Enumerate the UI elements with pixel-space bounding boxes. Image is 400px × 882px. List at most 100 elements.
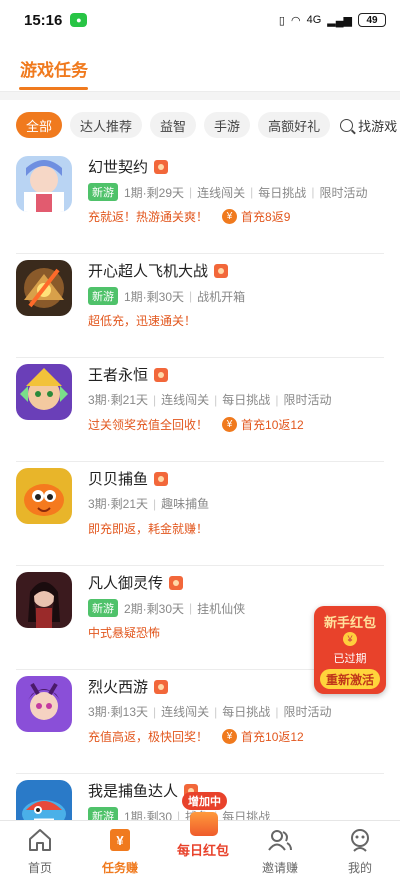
tab-home[interactable]: 首页 bbox=[0, 821, 80, 882]
find-game-label: 找游戏 bbox=[358, 118, 398, 134]
game-meta: 新游 1期·剩29天 | 连线闯关 | 每日挑战 | 限时活动 bbox=[88, 183, 367, 201]
task-yen-icon: ¥ bbox=[110, 829, 130, 851]
game-name-text: 贝贝捕鱼 bbox=[88, 471, 149, 488]
game-tag: 限时活动 bbox=[283, 393, 332, 407]
meta-separator: | bbox=[189, 601, 193, 615]
status-icons: ▯ ◠ 4G ▂▄▆ 49 bbox=[279, 13, 386, 27]
game-meta: 3期·剩21天 | 连线闯关 | 每日挑战 | 限时活动 bbox=[88, 391, 331, 408]
first-charge-text: 首充10返12 bbox=[241, 730, 304, 744]
meta-separator: | bbox=[275, 704, 279, 719]
daily-redpacket-button[interactable]: 增加中 每日红包 bbox=[174, 792, 232, 858]
game-name: 贝贝捕鱼 bbox=[88, 468, 169, 489]
gift-icon bbox=[169, 575, 184, 590]
filter-chip-mobile[interactable]: 手游 bbox=[204, 112, 251, 138]
game-icon-kaixin bbox=[16, 260, 72, 316]
tab-label: 任务赚 bbox=[101, 861, 138, 875]
game-promo: 充就返！热游通关爽！ ¥ 首充8返9 bbox=[88, 208, 290, 225]
new-game-badge: 新游 bbox=[88, 183, 118, 201]
meta-separator: | bbox=[189, 289, 193, 303]
game-name-text: 开心超人飞机大战 bbox=[88, 263, 209, 280]
find-game-button[interactable]: 找游戏 bbox=[340, 116, 397, 135]
game-name: 幻世契约 bbox=[88, 156, 169, 177]
first-charge-text: 首充10返12 bbox=[241, 418, 304, 432]
game-icon-liehuo bbox=[16, 676, 72, 732]
meta-separator: | bbox=[153, 704, 157, 719]
game-icon-beibei bbox=[16, 468, 72, 524]
redpacket-title: 新手红包 bbox=[323, 615, 376, 630]
yen-icon: ¥ bbox=[222, 417, 238, 432]
new-game-badge: 新游 bbox=[88, 599, 118, 617]
status-time: 15:16 bbox=[24, 11, 63, 29]
daily-redpacket-label: 每日红包 bbox=[176, 843, 229, 858]
tab-label: 我的 bbox=[347, 861, 372, 875]
battery-icon: 49 bbox=[358, 13, 386, 27]
game-item[interactable]: 贝贝捕鱼 3期·剩21天 | 趣味捕鱼 即充即返，耗金就赚！ bbox=[16, 462, 384, 566]
game-period: 3期·剩13天 bbox=[88, 705, 149, 719]
search-icon bbox=[340, 118, 354, 132]
increasing-badge: 增加中 bbox=[182, 792, 227, 810]
new-game-badge: 新游 bbox=[88, 807, 118, 820]
coin-icon: ¥ bbox=[343, 632, 357, 646]
filter-chip-big-rewards[interactable]: 高额好礼 bbox=[258, 112, 331, 138]
network-label: 4G bbox=[306, 14, 322, 26]
tab-profile[interactable]: 我的 bbox=[320, 821, 400, 882]
tab-invite-earn[interactable]: 邀请赚 bbox=[240, 821, 320, 882]
game-tag: 战机开箱 bbox=[197, 289, 246, 304]
game-promo: 充值高返，极快回奖！ ¥ 首充10返12 bbox=[88, 728, 304, 745]
meta-separator: | bbox=[214, 704, 218, 719]
game-name-text: 王者永恒 bbox=[88, 367, 149, 384]
game-promo: 过关领奖充值全回收！ ¥ 首充10返12 bbox=[88, 416, 304, 433]
game-period: 1期·剩30天 bbox=[124, 289, 185, 304]
game-period: 3期·剩21天 bbox=[88, 497, 149, 511]
wifi-icon: ◠ bbox=[290, 14, 301, 27]
reactivate-button[interactable]: 重新激活 bbox=[320, 669, 380, 689]
game-promo: 即充即返，耗金就赚！ bbox=[88, 520, 208, 537]
redpacket-status: 已过期 bbox=[333, 653, 367, 665]
tab-label: 首页 bbox=[27, 861, 52, 875]
newbie-redpacket-widget[interactable]: 新手红包 ¥ 已过期 重新激活 bbox=[314, 606, 386, 694]
game-tag: 每日挑战 bbox=[222, 393, 271, 407]
promo-text: 即充即返，耗金就赚！ bbox=[88, 522, 209, 536]
game-period: 2期·剩30天 bbox=[124, 601, 185, 616]
game-meta: 3期·剩13天 | 连线闯关 | 每日挑战 | 限时活动 bbox=[88, 703, 331, 720]
home-icon bbox=[29, 829, 51, 851]
filter-chip-all[interactable]: 全部 bbox=[16, 112, 63, 138]
gift-icon bbox=[154, 367, 169, 382]
meta-separator: | bbox=[311, 185, 315, 199]
game-item[interactable]: 幻世契约 新游 1期·剩29天 | 连线闯关 | 每日挑战 | 限时活动 充就返！热游… bbox=[16, 150, 384, 254]
game-item[interactable]: 开心超人飞机大战 新游 1期·剩30天 | 战机开箱 超低充，迅速通关！ bbox=[16, 254, 384, 358]
game-name-text: 我是捕鱼达人 bbox=[88, 783, 179, 800]
game-tag: 限时活动 bbox=[319, 185, 368, 200]
meta-separator: | bbox=[214, 392, 218, 407]
game-tag: 连线闯关 bbox=[197, 185, 246, 200]
section-divider bbox=[0, 92, 400, 100]
meta-separator: | bbox=[189, 185, 193, 199]
promo-text: 充值高返，极快回奖！ bbox=[88, 730, 209, 744]
profile-icon bbox=[351, 829, 369, 852]
meta-separator: | bbox=[153, 496, 157, 511]
promo-text: 超低充，迅速通关！ bbox=[88, 314, 197, 328]
tab-task-earn[interactable]: ¥ 任务赚 bbox=[80, 821, 160, 882]
gift-icon bbox=[154, 471, 169, 486]
yen-icon: ¥ bbox=[222, 209, 238, 224]
first-charge-text: 首充8返9 bbox=[241, 210, 291, 224]
game-item[interactable]: 王者永恒 3期·剩21天 | 连线闯关 | 每日挑战 | 限时活动 过关领奖充值全回收… bbox=[16, 358, 384, 462]
meta-separator: | bbox=[275, 392, 279, 407]
page-title[interactable]: 游戏任务 bbox=[20, 56, 88, 81]
game-meta: 3期·剩21天 | 趣味捕鱼 bbox=[88, 495, 209, 512]
first-charge-offer: ¥ 首充8返9 bbox=[222, 208, 290, 225]
gift-icon bbox=[214, 263, 229, 278]
signal-icon: ▂▄▆ bbox=[327, 14, 352, 27]
game-tag: 连线闯关 bbox=[161, 393, 210, 407]
game-name-text: 烈火西游 bbox=[88, 679, 149, 696]
game-promo: 超低充，迅速通关！ bbox=[88, 312, 196, 329]
yen-icon: ¥ bbox=[222, 729, 238, 744]
vibrate-icon: ▯ bbox=[278, 14, 285, 27]
filter-chip-recommended[interactable]: 达人推荐 bbox=[70, 112, 143, 138]
game-tag: 趣味捕鱼 bbox=[161, 497, 210, 511]
promo-text: 中式悬疑恐怖 bbox=[88, 626, 161, 640]
game-name: 王者永恒 bbox=[88, 364, 169, 385]
game-icon-buyu bbox=[16, 780, 72, 820]
game-name-text: 幻世契约 bbox=[88, 159, 149, 176]
filter-chip-puzzle[interactable]: 益智 bbox=[150, 112, 197, 138]
